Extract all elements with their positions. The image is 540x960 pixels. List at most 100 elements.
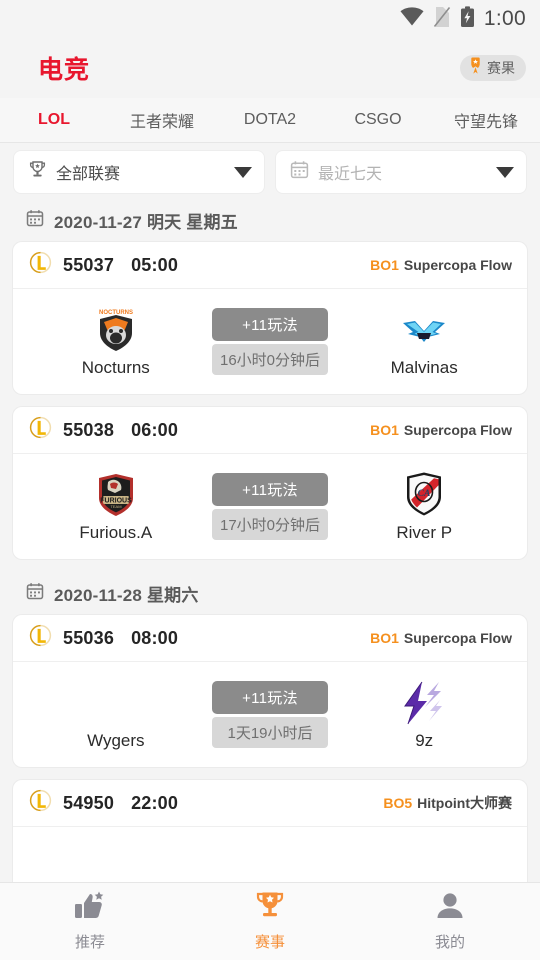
trophy-icon	[28, 160, 47, 184]
match-card-header: 55036 08:00 BO1 Supercopa Flow	[13, 615, 527, 662]
league-name: Supercopa Flow	[403, 630, 512, 646]
match-card[interactable]: 55036 08:00 BO1 Supercopa Flow Wygers +1…	[13, 615, 527, 767]
game-tabs: LOL 王者荣耀 DOTA2 CSGO 守望先锋	[0, 98, 540, 143]
match-time: 05:00	[131, 254, 179, 275]
play-options-button[interactable]: +11玩法	[212, 473, 328, 506]
match-id: 55036	[63, 627, 115, 648]
match-id: 54950	[63, 792, 115, 813]
match-center: +11玩法 1天19小时后	[212, 681, 328, 748]
match-time: 22:00	[131, 792, 179, 813]
match-time: 06:00	[131, 419, 179, 440]
9z-bolt-logo	[399, 678, 449, 726]
nav-item-matches[interactable]: 赛事	[180, 883, 360, 960]
league-name: Supercopa Flow	[403, 257, 512, 273]
league-filter-value: 全部联赛	[56, 166, 121, 183]
nocturns-bear-logo: NOCTURNS	[94, 305, 138, 353]
match-list[interactable]: 2020-11-27 明天 星期五 55037 05:00 BO1 Superc…	[0, 199, 540, 882]
date-label: 2020-11-27 明天 星期五	[54, 213, 238, 232]
tab-overwatch[interactable]: 守望先锋	[432, 108, 540, 132]
wifi-icon	[400, 7, 424, 31]
match-id: 55038	[63, 419, 115, 440]
person-icon	[434, 891, 466, 926]
league-info: BO5 Hitpoint大师赛	[383, 793, 512, 813]
match-card-body: Wygers +11玩法 1天19小时后 9z	[13, 662, 527, 767]
league-info: BO1 Supercopa Flow	[370, 422, 512, 438]
home-team-name: Wygers	[87, 731, 145, 750]
match-card-header: 55038 06:00 BO1 Supercopa Flow	[13, 407, 527, 454]
lol-icon	[29, 789, 52, 817]
nav-label-matches: 赛事	[254, 934, 285, 951]
date-header: 2020-11-27 明天 星期五	[0, 199, 540, 242]
home-team-name: Nocturns	[81, 358, 150, 377]
nav-label-recommend: 推荐	[74, 934, 105, 951]
app-header: 电竞 赛果	[0, 38, 540, 98]
svg-text:CA: CA	[418, 489, 431, 499]
home-team: FURIOUS TEAM Furious.A	[13, 470, 219, 543]
nav-item-profile[interactable]: 我的	[360, 883, 540, 960]
svg-text:TEAM: TEAM	[110, 504, 121, 509]
page-title: 电竞	[38, 56, 91, 84]
medal-icon	[468, 57, 483, 79]
calendar-icon	[290, 160, 309, 184]
match-card[interactable]: 54950 22:00 BO5 Hitpoint大师赛	[13, 780, 527, 882]
away-team: CA River P	[321, 470, 527, 543]
league-filter-dropdown[interactable]: 全部联赛	[14, 151, 264, 193]
tab-csgo[interactable]: CSGO	[324, 111, 432, 129]
bo-format: BO1	[370, 422, 399, 438]
calendar-icon	[26, 582, 44, 605]
away-team-name: River P	[396, 523, 453, 542]
nav-label-profile: 我的	[434, 934, 465, 951]
match-countdown: 16小时0分钟后	[212, 344, 328, 375]
league-info: BO1 Supercopa Flow	[370, 630, 512, 646]
home-team: NOCTURNS Nocturns	[13, 305, 219, 378]
chevron-down-icon	[496, 166, 514, 178]
lol-icon	[29, 416, 52, 444]
battery-charging-icon	[460, 5, 475, 33]
away-team-name: 9z	[415, 731, 434, 750]
home-team-name: Furious.A	[79, 523, 153, 542]
league-name: Supercopa Flow	[403, 422, 512, 438]
filter-row: 全部联赛 最近七天	[0, 143, 540, 199]
match-card[interactable]: 55038 06:00 BO1 Supercopa Flow FURIOUS T…	[13, 407, 527, 559]
malvinas-wings-logo	[401, 305, 447, 353]
league-info: BO1 Supercopa Flow	[370, 257, 512, 273]
river-plate-shield-logo: CA	[404, 470, 444, 518]
tab-lol[interactable]: LOL	[0, 111, 108, 129]
chevron-down-icon	[234, 166, 252, 178]
nav-item-recommend[interactable]: 推荐	[0, 883, 180, 960]
match-card-body: NOCTURNS Nocturns +11玩法 16小时0分钟后 Malvina…	[13, 289, 527, 394]
away-team-name: Malvinas	[390, 358, 458, 377]
tab-dota2[interactable]: DOTA2	[216, 111, 324, 129]
status-time: 1:00	[483, 7, 526, 30]
results-label: 赛果	[487, 60, 515, 76]
play-options-button[interactable]: +11玩法	[212, 308, 328, 341]
match-card-body	[13, 827, 527, 882]
match-countdown: 1天19小时后	[212, 717, 328, 748]
no-sim-icon	[433, 6, 451, 33]
bottom-navigation: 推荐 赛事 我的	[0, 882, 540, 960]
status-bar: 1:00	[0, 0, 540, 38]
home-team: Wygers	[13, 678, 219, 751]
bo-format: BO5	[383, 795, 413, 811]
match-card-header: 55037 05:00 BO1 Supercopa Flow	[13, 242, 527, 289]
date-header: 2020-11-28 星期六	[0, 572, 540, 615]
date-label: 2020-11-28 星期六	[54, 586, 199, 605]
match-time: 08:00	[131, 627, 179, 648]
match-card-header: 54950 22:00 BO5 Hitpoint大师赛	[13, 780, 527, 827]
date-filter-dropdown[interactable]: 最近七天	[276, 151, 526, 193]
match-center: +11玩法 16小时0分钟后	[212, 308, 328, 375]
match-countdown: 17小时0分钟后	[212, 509, 328, 540]
away-team: 9z	[321, 678, 527, 751]
match-id: 55037	[63, 254, 115, 275]
match-card-body: FURIOUS TEAM Furious.A +11玩法 17小时0分钟后 CA…	[13, 454, 527, 559]
bo-format: BO1	[370, 630, 399, 646]
tab-honor-of-kings[interactable]: 王者荣耀	[108, 108, 216, 132]
match-card[interactable]: 55037 05:00 BO1 Supercopa Flow NOCTURNS	[13, 242, 527, 394]
play-options-button[interactable]: +11玩法	[212, 681, 328, 714]
match-center: +11玩法 17小时0分钟后	[212, 473, 328, 540]
trophy-star-icon	[254, 891, 286, 926]
thumbs-up-star-icon	[74, 891, 106, 926]
results-button[interactable]: 赛果	[460, 55, 526, 81]
lol-icon	[29, 251, 52, 279]
lol-icon	[29, 624, 52, 652]
